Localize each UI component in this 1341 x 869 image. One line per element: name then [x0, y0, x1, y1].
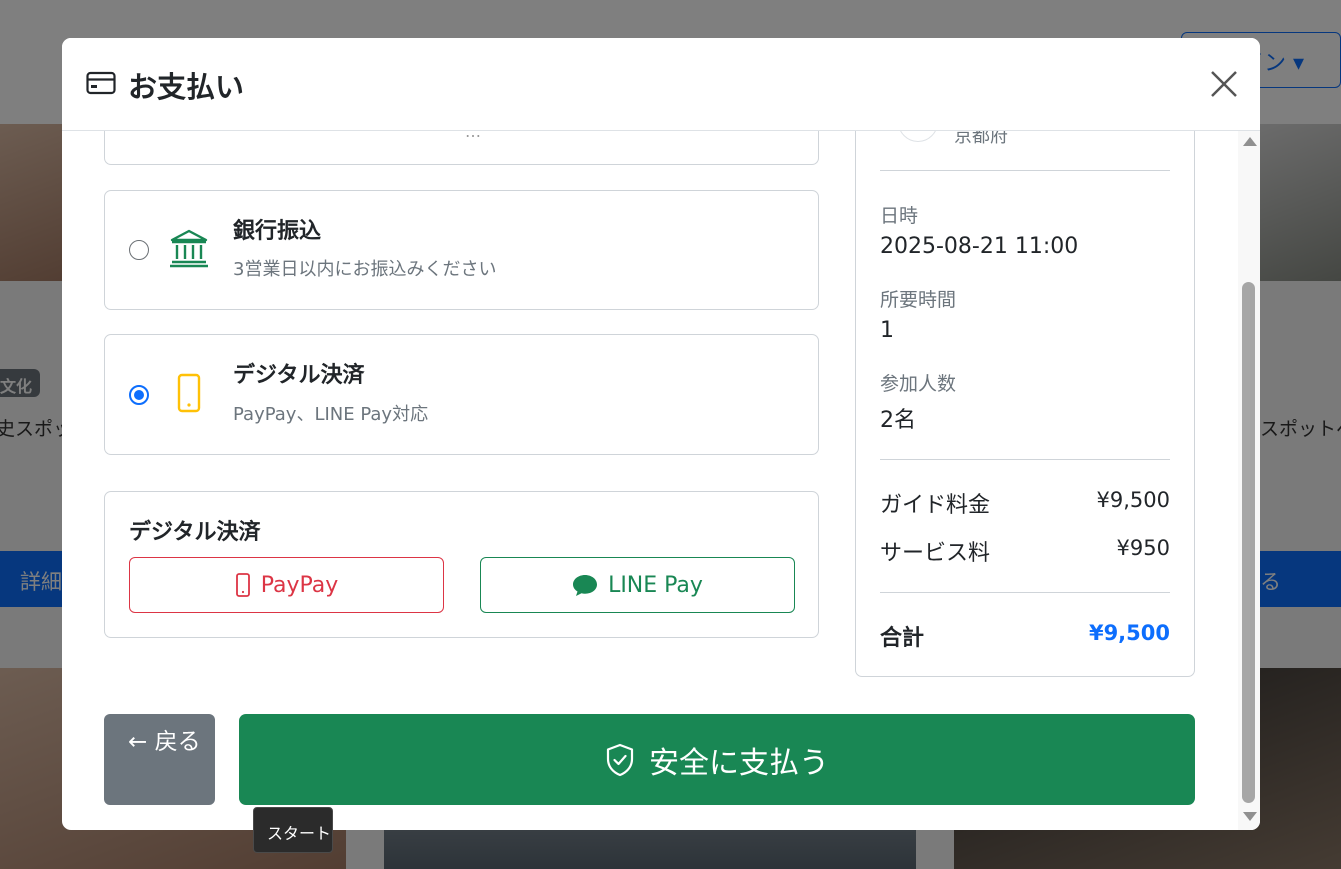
datetime-value: 2025-08-21 11:00: [880, 234, 1079, 259]
service-fee-amount: ¥950: [1116, 536, 1170, 560]
guide-fee-amount: ¥9,500: [1096, 488, 1170, 512]
people-value: 2名: [880, 408, 916, 433]
bank-transfer-description: 3営業日以内にお振込みください: [233, 259, 497, 280]
shield-check-icon: [606, 743, 634, 776]
bank-transfer-radio[interactable]: [129, 240, 149, 260]
tooltip: スタート: [253, 807, 333, 853]
scrollbar-thumb[interactable]: [1242, 282, 1255, 803]
bank-icon: [170, 229, 208, 268]
duration-value: 1: [880, 318, 894, 343]
payment-option-digital[interactable]: デジタル決済 PayPay、LINE Pay対応: [104, 334, 819, 455]
service-fee-label: サービス料: [880, 541, 991, 566]
payment-option-bank-transfer[interactable]: 銀行振込 3営業日以内にお振込みください: [104, 190, 819, 310]
divider: [880, 170, 1170, 171]
bank-transfer-title: 銀行振込: [233, 219, 322, 244]
pay-securely-button[interactable]: 安全に支払う: [239, 714, 1195, 805]
modal-title: お支払い: [128, 70, 245, 104]
close-icon[interactable]: [1206, 66, 1242, 102]
digital-payment-panel: デジタル決済 PayPay LINE Pay: [104, 491, 819, 638]
scroll-down-arrow-icon[interactable]: [1243, 812, 1257, 821]
modal-body: … 銀行振込 3営業日以内にお振込みください デジタル決済 PayPay、LIN…: [62, 131, 1260, 830]
back-label: 戻る: [154, 729, 201, 755]
guide-location: 京都府: [954, 131, 1008, 147]
modal-scrollbar[interactable]: [1238, 131, 1260, 830]
linepay-label: LINE Pay: [608, 572, 703, 598]
divider: [880, 592, 1170, 593]
digital-panel-title: デジタル決済: [129, 520, 261, 545]
back-button[interactable]: ← 戻る: [104, 714, 215, 805]
divider: [880, 459, 1170, 460]
pay-securely-label: 安全に支払う: [649, 745, 829, 781]
guide-fee-label: ガイド料金: [880, 493, 991, 518]
total-label: 合計: [880, 626, 925, 651]
arrow-left-icon: ←: [128, 729, 148, 755]
linepay-button[interactable]: LINE Pay: [480, 557, 795, 613]
duration-label: 所要時間: [880, 289, 957, 311]
option-text: …: [465, 131, 481, 141]
guide-avatar: [898, 131, 938, 142]
paypay-label: PayPay: [260, 572, 339, 598]
digital-payment-title: デジタル決済: [233, 363, 365, 388]
chat-bubble-icon: [573, 575, 598, 596]
paypay-button[interactable]: PayPay: [129, 557, 444, 613]
total-amount: ¥9,500: [1088, 621, 1170, 645]
modal-header: お支払い: [62, 38, 1260, 131]
phone-icon: [235, 573, 250, 597]
digital-payment-radio[interactable]: [129, 385, 149, 405]
phone-icon: [177, 373, 201, 413]
payment-option-card[interactable]: …: [104, 131, 819, 165]
credit-card-icon: [86, 71, 116, 95]
datetime-label: 日時: [880, 205, 919, 227]
people-label: 参加人数: [880, 373, 957, 395]
scroll-up-arrow-icon[interactable]: [1243, 137, 1257, 146]
digital-payment-description: PayPay、LINE Pay対応: [233, 404, 429, 425]
payment-modal: お支払い … 銀行振込 3営業日以内にお振込みください デジタル決済 PayPa…: [62, 38, 1260, 830]
booking-summary: 京都府 日時 2025-08-21 11:00 所要時間 1 参加人数 2名 ガ…: [855, 131, 1195, 677]
